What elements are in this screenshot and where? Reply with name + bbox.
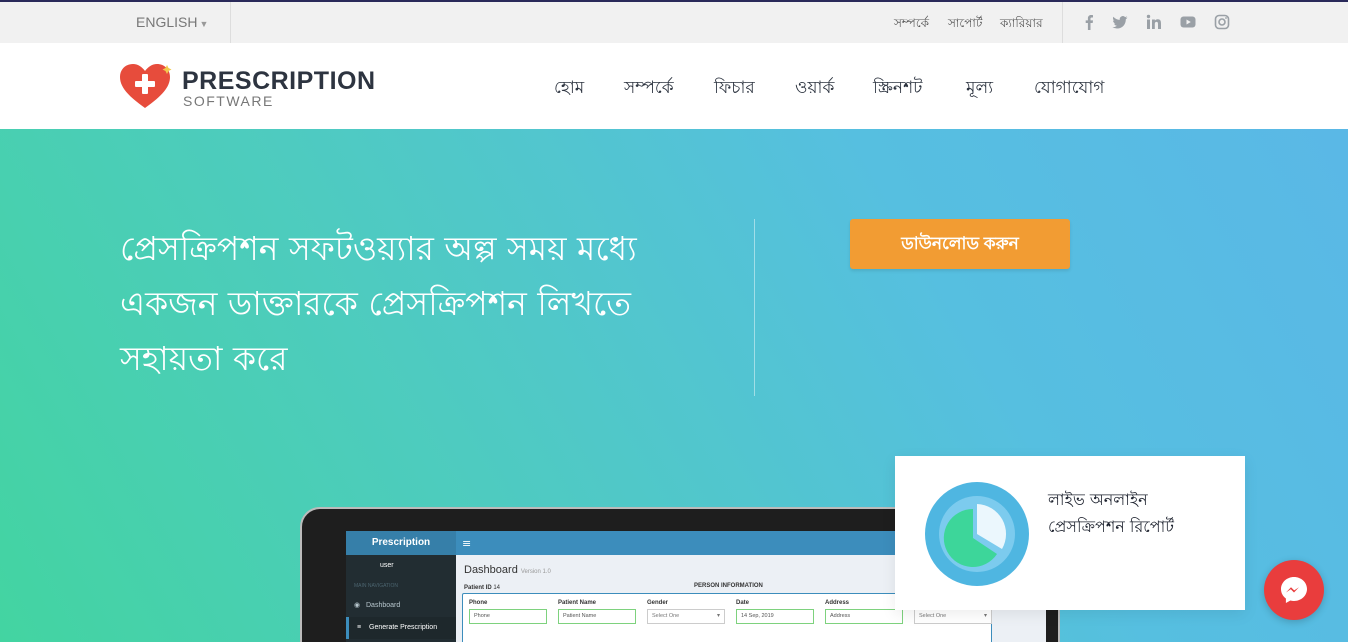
report-line: প্রেসক্রিপশন রিপোর্ট [1048, 517, 1174, 536]
dashboard-title: Dashboard Version 1.0 [464, 564, 551, 576]
patient-id-label: Patient ID [464, 585, 492, 591]
nav-home[interactable]: হোম [554, 75, 584, 103]
main-header: PRESCRIPTION SOFTWARE হোম সম্পর্কে ফিচার… [0, 43, 1348, 129]
linkedin-icon[interactable] [1146, 14, 1162, 30]
address-field: Address [825, 609, 903, 624]
nav-contact[interactable]: যোগাযোগ [1034, 75, 1104, 103]
menu-icon: ≡ [357, 624, 362, 631]
hero-section: প্রেসক্রিপশন সফটওয়্যার অল্প সময় মধ্যে … [0, 129, 1348, 642]
field-label: Gender [647, 600, 669, 606]
form-field: Patient Name Patient Name [558, 600, 636, 624]
sidebar-item-label: Dashboard [366, 602, 401, 609]
form-field: Phone Phone [469, 600, 547, 624]
top-link-support[interactable]: সাপোর্ট [948, 15, 982, 35]
language-label: ENGLISH [136, 14, 198, 30]
section-title: PERSON INFORMATION [694, 583, 763, 589]
headline-line: সহায়তা করে [120, 339, 288, 378]
top-link-career[interactable]: ক্যারিয়ার [1000, 15, 1043, 35]
sidebar-nav-header: MAIN NAVIGATION [354, 583, 398, 589]
nav-screenshots[interactable]: স্ক্রিনশট [873, 75, 922, 103]
instagram-icon[interactable] [1214, 14, 1230, 30]
hero-headline: প্রেসক্রিপশন সফটওয়্যার অল্প সময় মধ্যে … [120, 221, 740, 386]
nav-about[interactable]: সম্পর্কে [624, 75, 674, 103]
pie-chart-icon [924, 481, 1030, 587]
twitter-icon[interactable] [1112, 14, 1128, 30]
field-label: Patient Name [558, 600, 597, 606]
download-button[interactable]: ডাউনলোড করুন [850, 219, 1070, 269]
messenger-chat-button[interactable] [1264, 560, 1324, 620]
headline-line: প্রেসক্রিপশন সফটওয়্যার অল্প সময় মধ্যে [120, 229, 637, 268]
heart-plus-logo-icon[interactable] [118, 62, 176, 112]
live-report-card: লাইভ অনলাইন প্রেসক্রিপশন রিপোর্ট [895, 456, 1245, 610]
messenger-icon [1281, 577, 1307, 603]
nav-features[interactable]: ফিচার [714, 75, 755, 103]
sidebar-item-generate: ≡ Generate Prescription [346, 617, 456, 639]
logo-title[interactable]: PRESCRIPTION [182, 67, 376, 96]
patient-id-value: 14 [493, 585, 501, 591]
form-field: Date 14 Sep, 2019 [736, 600, 814, 624]
dashboard-icon: ◉ [354, 602, 361, 609]
field-label: Phone [469, 600, 488, 606]
report-line: লাইভ অনলাইন [1048, 490, 1148, 509]
dashboard-title-text: Dashboard [464, 564, 518, 576]
hamburger-icon: ≡ [462, 537, 472, 550]
form-field: Address Address [825, 600, 903, 624]
extra-select: Select One [914, 609, 992, 624]
field-label: Address [825, 600, 850, 606]
report-title: লাইভ অনলাইন প্রেসক্রিপশন রিপোর্ট [1048, 486, 1174, 540]
app-brand: Prescription [346, 531, 456, 555]
field-label: Date [736, 600, 750, 606]
divider [1062, 2, 1063, 43]
caret-down-icon: ▼ [199, 19, 209, 29]
divider [230, 2, 231, 43]
phone-field: Phone [469, 609, 547, 624]
language-selector[interactable]: ENGLISH ▼ [136, 14, 208, 30]
youtube-icon[interactable] [1180, 14, 1196, 30]
version-label: Version 1.0 [520, 569, 551, 575]
top-bar: ENGLISH ▼ সম্পর্কে সাপোর্ট ক্যারিয়ার [0, 0, 1348, 43]
gender-select: Select One [647, 609, 725, 624]
headline-line: একজন ডাক্তারকে প্রেসক্রিপশন লিখতে [120, 284, 632, 323]
date-field: 14 Sep, 2019 [736, 609, 814, 624]
app-sidebar: Prescription user MAIN NAVIGATION ◉ Dashb… [346, 531, 456, 642]
sidebar-item-label: Generate Prescription [369, 624, 438, 631]
sidebar-user: user [380, 562, 394, 569]
top-link-about[interactable]: সম্পর্কে [894, 15, 929, 35]
sidebar-item-dashboard: ◉ Dashboard [346, 595, 456, 617]
patient-id: Patient ID 14 [464, 585, 500, 591]
facebook-icon[interactable] [1081, 14, 1097, 30]
nav-pricing[interactable]: মূল্য [966, 75, 993, 103]
hero-divider [754, 219, 755, 396]
nav-work[interactable]: ওয়ার্ক [795, 75, 834, 103]
form-field: Gender Select One [647, 600, 725, 624]
logo-subtitle: SOFTWARE [183, 93, 274, 109]
patient-name-field: Patient Name [558, 609, 636, 624]
